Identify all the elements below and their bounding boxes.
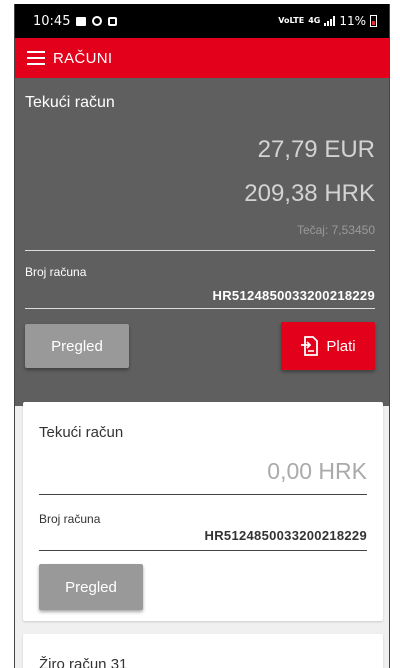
divider xyxy=(39,494,367,495)
network-type-indicator: 4G xyxy=(308,16,321,25)
account-card-balance: 0,00 HRK xyxy=(267,458,367,484)
account-card-number-label: Broj računa xyxy=(39,512,101,526)
status-right: VoLTE 4G 11% xyxy=(278,14,377,28)
app-notification-icon xyxy=(108,16,118,26)
main-account-review-button[interactable]: Pregled xyxy=(25,324,129,368)
main-account-number-label: Broj računa xyxy=(25,265,87,279)
main-account-panel: Tekući račun 27,79 EUR 209,38 HRK Tečaj:… xyxy=(15,78,389,406)
gallery-notification-icon xyxy=(76,16,87,26)
divider xyxy=(25,250,375,251)
page-title: RAČUNI xyxy=(53,49,113,67)
account-card-title: Tekući račun xyxy=(39,424,124,441)
account-card-number: HR5124850033200218229 xyxy=(204,528,367,543)
account-card-review-button[interactable]: Pregled xyxy=(39,564,143,610)
battery-icon xyxy=(370,15,377,27)
phone-screen: 10:45 VoLTE 4G 11% RAČUNI Tekući račun 2… xyxy=(14,4,390,668)
payment-document-icon xyxy=(301,336,319,356)
hamburger-menu-icon[interactable] xyxy=(27,51,45,65)
main-account-balance-eur: 27,79 EUR xyxy=(257,136,375,163)
main-account-number: HR5124850033200218229 xyxy=(212,288,375,303)
account-card-title: Žiro račun 31 xyxy=(39,656,128,668)
status-left: 10:45 xyxy=(33,13,118,29)
account-card: Tekući račun 0,00 HRK Broj računa HR5124… xyxy=(23,402,383,621)
main-account-balance-hrk: 209,38 HRK xyxy=(244,180,375,207)
volte-indicator: VoLTE xyxy=(278,16,305,25)
status-bar: 10:45 VoLTE 4G 11% xyxy=(15,4,389,38)
signal-strength-icon xyxy=(324,16,336,26)
main-account-title: Tekući račun xyxy=(25,94,115,111)
sync-notification-icon xyxy=(92,16,103,26)
pay-button[interactable]: Plati xyxy=(281,322,375,370)
divider xyxy=(25,308,375,309)
exchange-rate: Tečaj: 7,53450 xyxy=(296,223,375,237)
status-time: 10:45 xyxy=(33,13,71,29)
account-card: Žiro račun 31 xyxy=(23,634,383,668)
battery-percentage: 11% xyxy=(339,14,366,28)
pay-button-label: Plati xyxy=(326,337,356,355)
divider xyxy=(39,550,367,551)
app-bar: RAČUNI xyxy=(15,38,389,78)
